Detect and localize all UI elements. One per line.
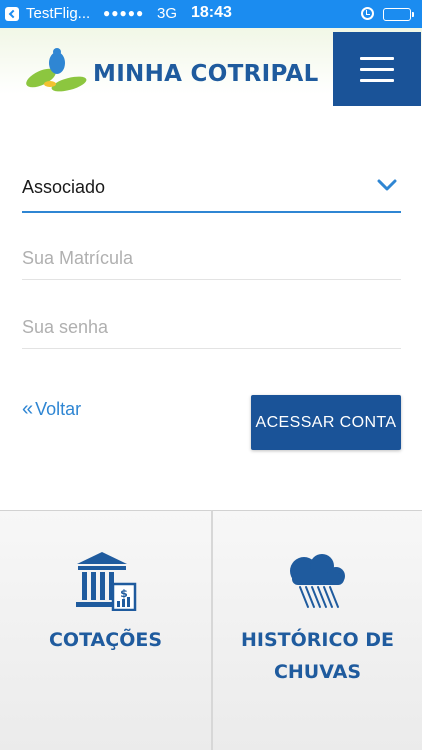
matricula-input[interactable] (22, 238, 401, 280)
hamburger-icon-bar (360, 79, 394, 82)
rain-cloud-icon (289, 554, 345, 608)
chevron-down-icon (377, 179, 397, 191)
status-bar: TestFlig... ●●●●● 3G 18:43 (0, 0, 422, 28)
alarm-icon (361, 7, 374, 20)
brand-title: MINHA COTRIPAL (93, 61, 319, 87)
tile-historico-chuvas-label: HISTÓRICO DE CHUVAS (241, 629, 394, 683)
back-link[interactable]: «Voltar (22, 398, 81, 421)
cotripal-logo (26, 48, 87, 92)
tile-cotacoes[interactable]: $ COTAÇÕES (0, 510, 211, 750)
account-type-value: Associado (22, 177, 106, 197)
back-to-app-icon[interactable] (5, 7, 19, 21)
signal-strength-icon: ●●●●● (103, 6, 145, 20)
back-link-label: Voltar (35, 399, 82, 419)
password-input[interactable] (22, 307, 401, 349)
bank-icon: $ (75, 552, 136, 611)
app-header: MINHA COTRIPAL (0, 28, 422, 116)
access-account-button[interactable]: ACESSAR CONTA (251, 395, 401, 450)
double-chevron-left-icon: « (22, 398, 34, 420)
network-type: 3G (157, 5, 178, 22)
battery-icon (383, 8, 414, 21)
hamburger-icon (360, 57, 394, 60)
account-type-select[interactable]: Associado (22, 170, 401, 213)
svg-text:$: $ (120, 587, 128, 600)
hamburger-icon-bar (360, 68, 394, 71)
shortcut-tiles: $ COTAÇÕES HISTÓRICO DE CHUVAS (0, 510, 422, 750)
status-app-name[interactable]: TestFlig... (26, 5, 90, 22)
tile-cotacoes-label: COTAÇÕES (48, 629, 163, 651)
tile-historico-chuvas[interactable]: HISTÓRICO DE CHUVAS (211, 510, 422, 750)
status-time: 18:43 (191, 4, 232, 21)
menu-button[interactable] (333, 32, 421, 106)
